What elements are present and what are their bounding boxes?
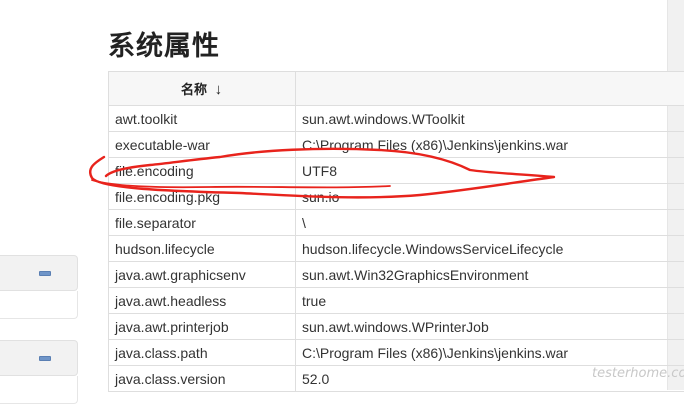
property-name-cell: java.class.path [109,340,296,366]
property-value-cell: C:\Program Files (x86)\Jenkins\jenkins.w… [296,340,684,366]
table-header-row: 名称 ↓ [109,72,684,106]
property-name-cell: java.awt.printerjob [109,314,296,340]
property-name-cell: java.awt.headless [109,288,296,314]
property-name-cell: awt.toolkit [109,106,296,132]
table-row: file.encoding.pkgsun.io [109,184,684,210]
property-value-cell: sun.awt.windows.WToolkit [296,106,684,132]
property-name-cell: hudson.lifecycle [109,236,296,262]
side-panel-body-1 [0,291,78,319]
property-value-cell: true [296,288,684,314]
property-name-cell: java.class.version [109,366,296,392]
property-value-cell: \ [296,210,684,236]
system-properties-table: 名称 ↓ awt.toolkitsun.awt.windows.WToolkit… [108,71,684,392]
table-row: java.awt.printerjobsun.awt.windows.WPrin… [109,314,684,340]
table-row: java.awt.graphicsenvsun.awt.Win32Graphic… [109,262,684,288]
column-header-value[interactable] [296,72,684,106]
table-row: java.awt.headlesstrue [109,288,684,314]
sort-descending-icon[interactable]: ↓ [215,81,223,98]
column-header-name-label: 名称 [181,82,207,97]
property-name-cell: file.separator [109,210,296,236]
property-value-cell: sun.awt.windows.WPrinterJob [296,314,684,340]
collapse-icon[interactable] [39,356,51,361]
table-row: awt.toolkitsun.awt.windows.WToolkit [109,106,684,132]
side-panel-body-2 [0,376,78,404]
property-name-cell: file.encoding [109,158,296,184]
property-value-cell: hudson.lifecycle.WindowsServiceLifecycle [296,236,684,262]
collapse-icon[interactable] [39,271,51,276]
table-row: hudson.lifecyclehudson.lifecycle.Windows… [109,236,684,262]
table-row: java.class.pathC:\Program Files (x86)\Je… [109,340,684,366]
property-name-cell: executable-war [109,132,296,158]
column-header-name[interactable]: 名称 ↓ [109,72,296,106]
table-row: file.encodingUTF8 [109,158,684,184]
side-panel-header-1 [0,255,78,291]
table-row: file.separator\ [109,210,684,236]
property-value-cell: UTF8 [296,158,684,184]
property-value-cell: sun.io [296,184,684,210]
property-value-cell: sun.awt.Win32GraphicsEnvironment [296,262,684,288]
table-row: executable-warC:\Program Files (x86)\Jen… [109,132,684,158]
page-title: 系统属性 [108,24,220,63]
property-name-cell: file.encoding.pkg [109,184,296,210]
watermark-text: testerhome.com [592,366,684,381]
property-name-cell: java.awt.graphicsenv [109,262,296,288]
side-panel-header-2 [0,340,78,376]
property-value-cell: C:\Program Files (x86)\Jenkins\jenkins.w… [296,132,684,158]
